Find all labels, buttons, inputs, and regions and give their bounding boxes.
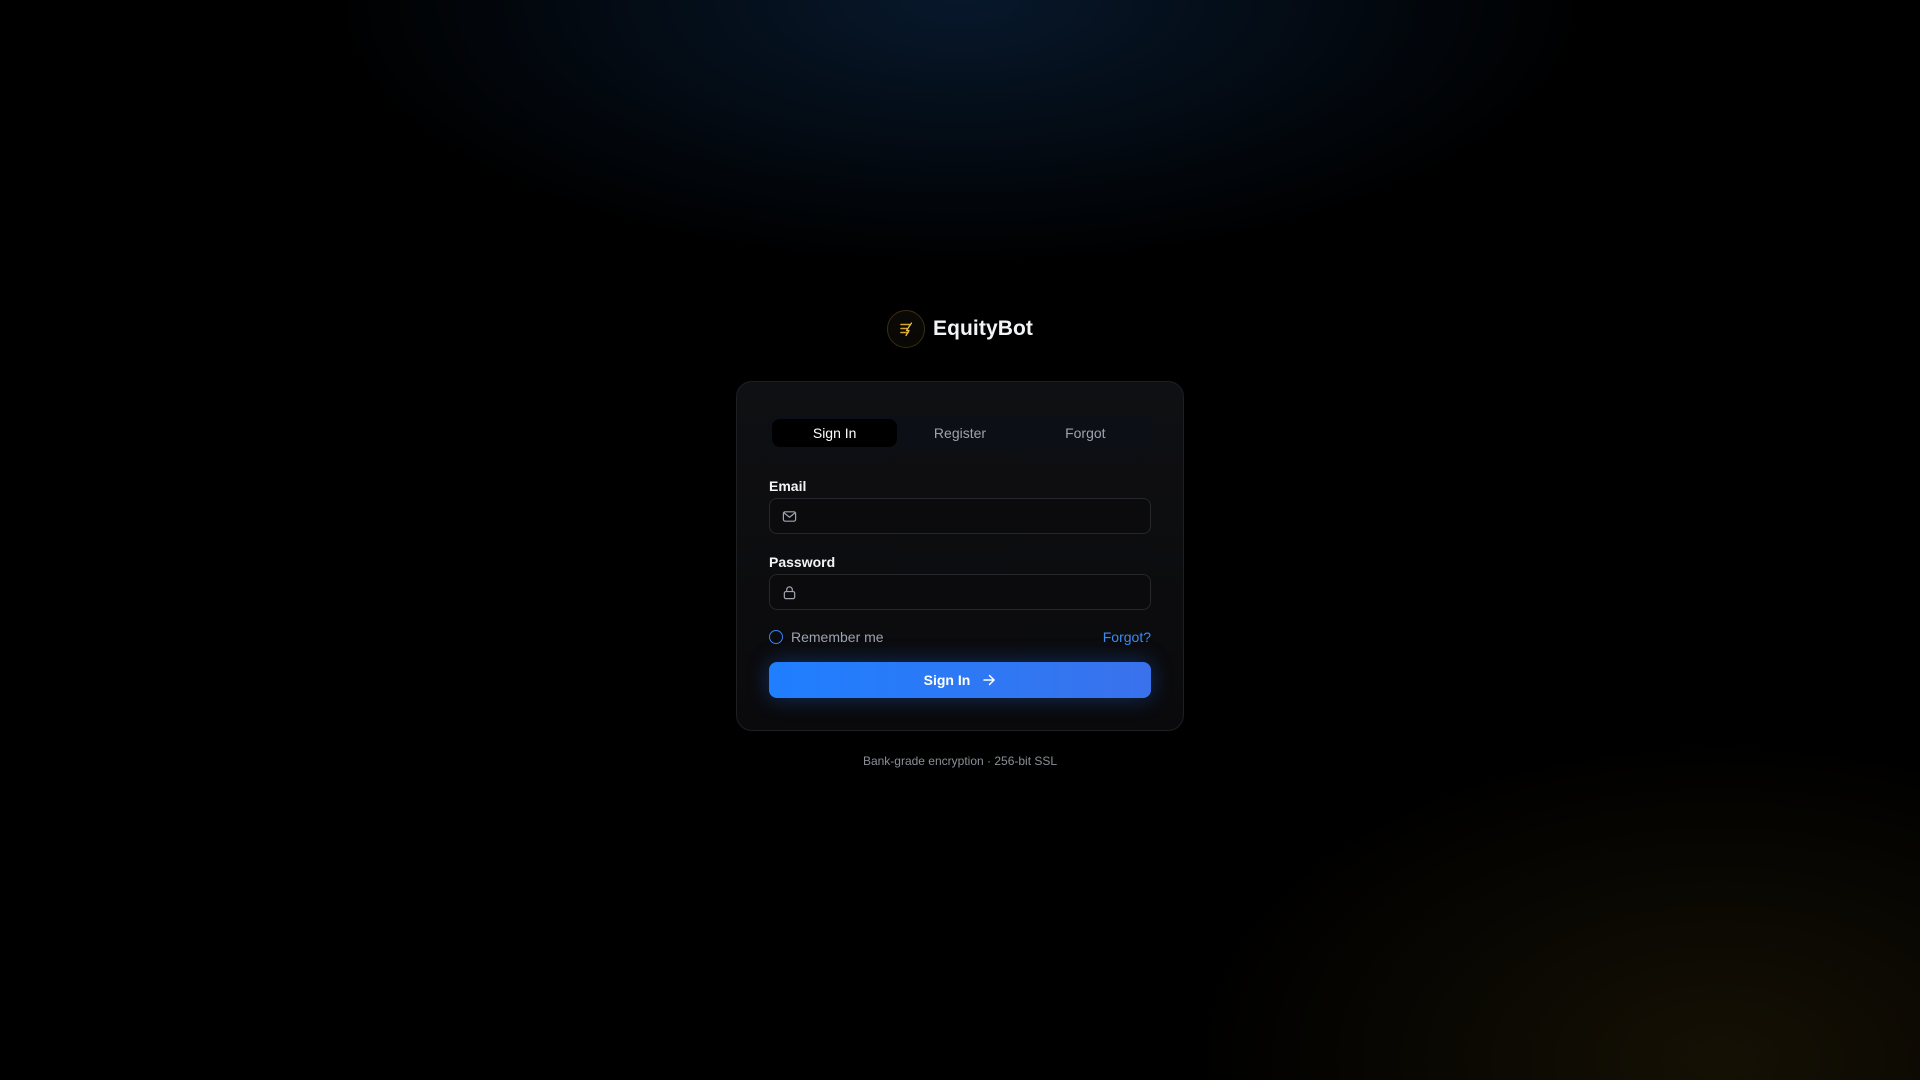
password-input[interactable] [797,575,1150,609]
email-input[interactable] [797,499,1150,533]
tab-forgot[interactable]: Forgot [1023,419,1148,447]
security-note: Bank-grade encryption · 256-bit SSL [862,754,1058,768]
tab-sign-in[interactable]: Sign In [772,419,898,447]
remember-me-label: Remember me [791,629,884,645]
email-field[interactable] [769,498,1151,534]
password-label: Password [769,554,836,570]
sign-in-button-label: Sign In [923,672,971,688]
auth-tabs: Sign In Register Forgot [769,416,1151,450]
remember-me-radio[interactable] [769,630,783,644]
mail-icon [781,508,797,524]
lock-icon [781,584,797,600]
login-page: EquityBot Sign In Register Forgot Email … [0,0,1920,1080]
password-field[interactable] [769,574,1151,610]
brand-header: EquityBot [0,308,1920,350]
lightning-e-icon [886,310,925,348]
arrow-right-icon [982,673,996,687]
remember-row: Remember me Forgot? [769,627,1151,647]
sign-in-button[interactable]: Sign In [769,662,1151,698]
email-label: Email [769,478,807,494]
tab-register[interactable]: Register [897,419,1022,447]
remember-me-toggle[interactable]: Remember me [769,629,884,645]
auth-card: Sign In Register Forgot Email Password R… [736,381,1184,731]
brand-name: EquityBot [932,317,1034,340]
forgot-password-link[interactable]: Forgot? [1103,629,1151,645]
